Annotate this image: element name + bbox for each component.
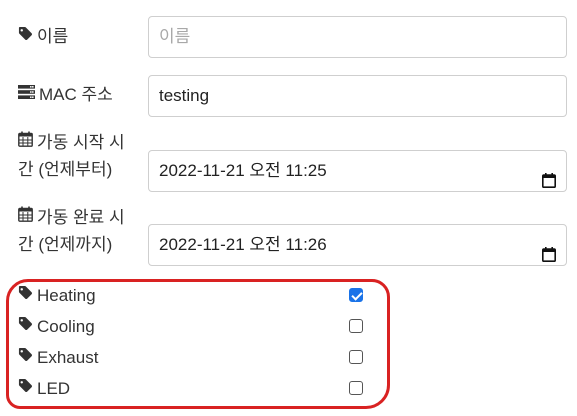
name-input[interactable]: 이름 <box>148 16 567 58</box>
mac-input-value: testing <box>159 86 210 105</box>
end-time-value: 2022-11-21 오전 11:26 <box>159 235 327 254</box>
end-time-input[interactable]: 2022-11-21 오전 11:26 <box>148 224 567 266</box>
calendar-icon[interactable] <box>542 237 556 277</box>
exhaust-checkbox[interactable] <box>349 350 363 364</box>
heating-checkbox[interactable] <box>349 288 363 302</box>
feature-exhaust-text: Exhaust <box>37 348 99 367</box>
name-row: 이름 이름 <box>0 16 577 58</box>
mac-label-text: MAC 주소 <box>39 85 113 104</box>
feature-heating-label: Heating <box>18 283 96 310</box>
mac-label: MAC 주소 <box>18 82 113 109</box>
name-label-text: 이름 <box>37 27 69 46</box>
mac-row: MAC 주소 testing <box>0 75 577 117</box>
feature-exhaust-label: Exhaust <box>18 345 98 372</box>
end-time-row: 가동 완료 시 간 (언제까지) 2022-11-21 오전 11:26 <box>0 205 577 267</box>
server-icon <box>18 81 35 107</box>
name-label: 이름 <box>18 24 68 51</box>
feature-led: LED <box>18 376 378 402</box>
tag-icon <box>18 23 33 49</box>
feature-exhaust: Exhaust <box>18 345 378 371</box>
led-checkbox[interactable] <box>349 381 363 395</box>
calendar-icon <box>18 204 33 230</box>
tag-icon <box>18 282 33 308</box>
start-time-value: 2022-11-21 오전 11:25 <box>159 161 327 180</box>
feature-led-text: LED <box>37 379 71 398</box>
feature-led-label: LED <box>18 376 70 403</box>
feature-cooling: Cooling <box>18 314 378 340</box>
calendar-icon[interactable] <box>542 163 556 203</box>
feature-cooling-label: Cooling <box>18 314 95 341</box>
mac-input[interactable]: testing <box>148 75 567 117</box>
tag-icon <box>18 375 33 401</box>
tag-icon <box>18 313 33 339</box>
cooling-checkbox[interactable] <box>349 319 363 333</box>
start-time-label-line1: 가동 시작 시 <box>37 133 125 152</box>
feature-heating: Heating <box>18 283 378 309</box>
start-time-input[interactable]: 2022-11-21 오전 11:25 <box>148 150 567 192</box>
tag-icon <box>18 344 33 370</box>
start-time-row: 가동 시작 시 간 (언제부터) 2022-11-21 오전 11:25 <box>0 130 577 192</box>
start-time-label: 가동 시작 시 간 (언제부터) <box>18 130 125 183</box>
end-time-label-line2: 간 (언제까지) <box>18 234 113 254</box>
calendar-icon <box>18 129 33 155</box>
name-input-placeholder: 이름 <box>159 27 191 46</box>
end-time-label-line1: 가동 완료 시 <box>37 208 125 227</box>
feature-heating-text: Heating <box>37 286 96 305</box>
start-time-label-line2: 간 (언제부터) <box>18 159 113 179</box>
end-time-label: 가동 완료 시 간 (언제까지) <box>18 205 125 258</box>
feature-cooling-text: Cooling <box>37 317 95 336</box>
